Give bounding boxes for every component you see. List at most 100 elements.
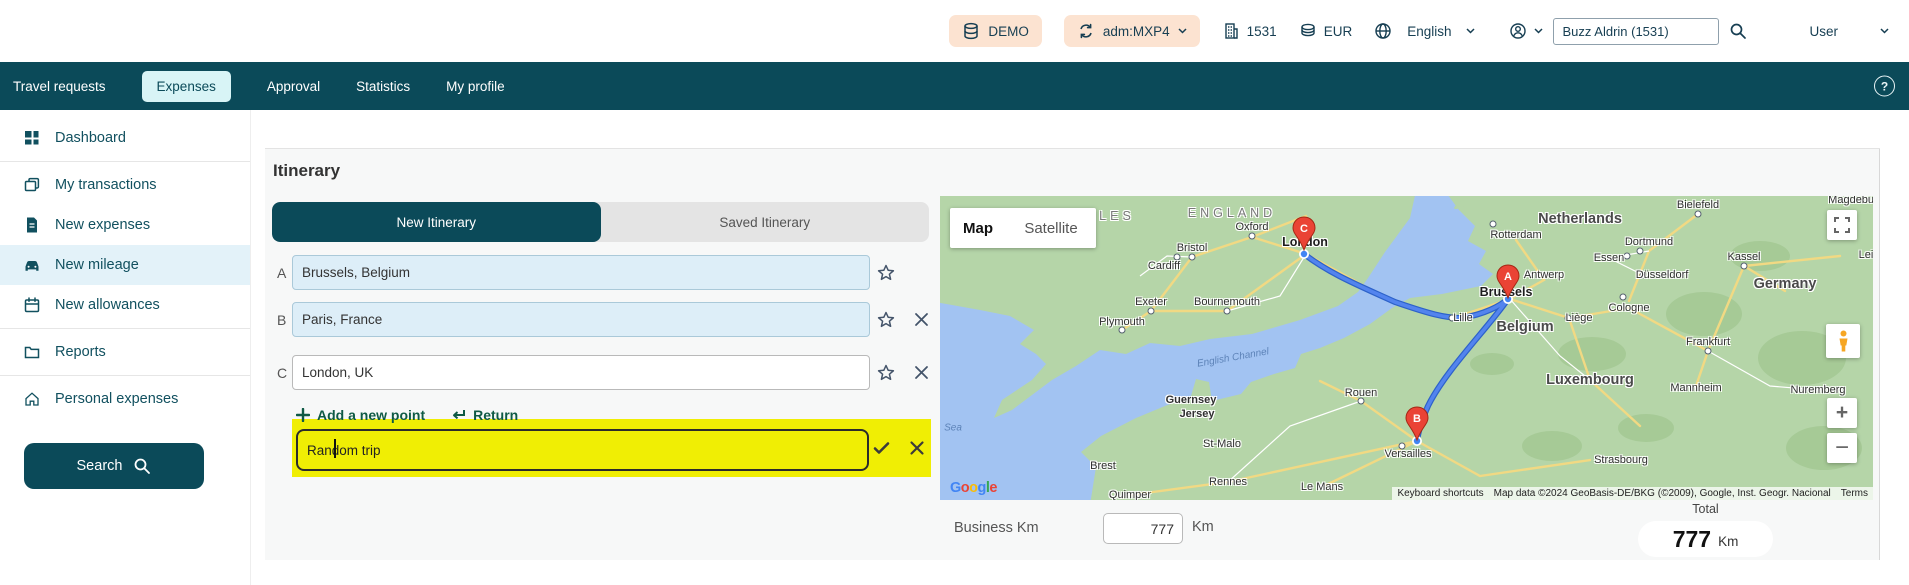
sidebar-item-reports[interactable]: Reports — [0, 332, 250, 372]
user-role-label: User — [1809, 24, 1838, 39]
zoom-in-button[interactable]: + — [1827, 398, 1857, 428]
return-label: Return — [473, 407, 518, 423]
pegman-control[interactable] — [1826, 324, 1860, 358]
search-icon — [133, 457, 151, 475]
point-row-a: A — [265, 255, 945, 290]
user-search-input[interactable] — [1553, 18, 1719, 45]
language-value: English — [1399, 24, 1459, 39]
search-icon[interactable] — [1729, 22, 1747, 40]
business-km-unit: Km — [1192, 519, 1214, 535]
point-label: C — [277, 365, 287, 381]
refresh-icon — [1077, 22, 1095, 40]
terms-link[interactable]: Terms — [1836, 487, 1873, 500]
remove-point-icon[interactable] — [910, 362, 932, 384]
map-type-satellite-button[interactable]: Satellite — [1006, 208, 1096, 248]
sidebar-label: New mileage — [55, 257, 139, 273]
document-icon — [23, 216, 41, 234]
favorite-star-icon[interactable] — [875, 309, 897, 331]
building-icon — [1222, 22, 1240, 40]
sidebar-label: Personal expenses — [55, 391, 178, 407]
business-km-label: Business Km — [954, 520, 1039, 536]
coins-icon — [1299, 22, 1317, 40]
sidebar-item-new-expenses[interactable]: New expenses — [0, 205, 250, 245]
point-row-c: C — [265, 355, 945, 390]
page-title: Itinerary — [273, 161, 340, 181]
demo-badge[interactable]: DEMO — [949, 15, 1042, 47]
business-km-input[interactable] — [1103, 513, 1183, 544]
sidebar-label: My transactions — [55, 177, 157, 193]
sidebar-label: Dashboard — [55, 130, 126, 146]
expense-app: DEMO adm:MXP4 1531 EUR English — [0, 0, 1909, 585]
sidebar-label: New allowances — [55, 297, 160, 313]
sidebar-item-personal-expenses[interactable]: Personal expenses — [0, 379, 250, 419]
sidebar-label: New expenses — [55, 217, 150, 233]
nav-approval[interactable]: Approval — [267, 79, 320, 94]
dashboard-icon — [23, 129, 41, 147]
tab-new-itinerary[interactable]: New Itinerary — [272, 202, 601, 242]
entity-value: 1531 — [1247, 24, 1277, 39]
person-circle-icon — [1509, 22, 1527, 40]
fullscreen-button[interactable] — [1827, 210, 1857, 240]
chevron-down-icon — [1880, 28, 1889, 34]
help-icon[interactable]: ? — [1874, 76, 1895, 97]
entity-indicator: 1531 — [1222, 22, 1277, 40]
zoom-out-button[interactable]: − — [1827, 433, 1857, 463]
google-logo: Google — [950, 480, 997, 496]
nav-travel-requests[interactable]: Travel requests — [13, 79, 106, 94]
fullscreen-icon — [1834, 217, 1850, 233]
plus-icon — [296, 408, 310, 422]
search-button[interactable]: Search — [24, 443, 204, 489]
sidebar-item-new-mileage[interactable]: New mileage — [0, 245, 250, 285]
point-a-input[interactable] — [292, 255, 870, 290]
route-map[interactable]: ENGLANDLESOxfordLondonBristolCardiffExet… — [940, 196, 1873, 500]
calendar-icon — [23, 296, 41, 314]
nav-expenses[interactable]: Expenses — [142, 71, 231, 102]
total-unit: Km — [1718, 534, 1738, 549]
point-b-input[interactable] — [292, 302, 870, 337]
sidebar: Dashboard My transactions New expenses N… — [0, 110, 251, 585]
demo-label: DEMO — [988, 24, 1029, 39]
nav-statistics[interactable]: Statistics — [356, 79, 410, 94]
point-label: B — [277, 312, 286, 328]
divider — [0, 161, 250, 162]
itinerary-panel: Itinerary New Itinerary Saved Itinerary … — [265, 149, 1880, 560]
new-point-name-input[interactable] — [296, 429, 869, 471]
environment-selector[interactable]: adm:MXP4 — [1064, 15, 1200, 47]
pegman-icon — [1836, 330, 1851, 352]
tab-saved-itinerary[interactable]: Saved Itinerary — [601, 202, 930, 242]
remove-point-icon[interactable] — [910, 309, 932, 331]
total-value: 777 — [1673, 526, 1711, 553]
user-avatar-menu[interactable] — [1509, 22, 1543, 40]
add-point-link[interactable]: Add a new point — [296, 407, 425, 423]
favorite-star-icon[interactable] — [875, 262, 897, 284]
user-role-menu[interactable]: User — [1809, 24, 1889, 39]
currency-value: EUR — [1324, 24, 1353, 39]
chevron-down-icon — [1178, 28, 1187, 34]
point-c-input[interactable] — [292, 355, 870, 390]
currency-indicator: EUR — [1299, 22, 1353, 40]
map-attribution: Keyboard shortcuts Map data ©2024 GeoBas… — [1392, 487, 1873, 500]
total-km-pill: 777 Km — [1638, 521, 1773, 557]
language-selector[interactable]: English — [1374, 22, 1475, 40]
confirm-check-icon[interactable] — [869, 436, 893, 460]
nav-my-profile[interactable]: My profile — [446, 79, 505, 94]
car-icon — [23, 256, 41, 274]
cancel-x-icon[interactable] — [905, 436, 929, 460]
folder-icon — [23, 343, 41, 361]
map-data-text: Map data ©2024 GeoBasis-DE/BKG (©2009), … — [1489, 487, 1836, 500]
sidebar-item-new-allowances[interactable]: New allowances — [0, 285, 250, 325]
new-point-highlight — [292, 419, 931, 477]
sidebar-item-my-transactions[interactable]: My transactions — [0, 165, 250, 205]
point-label: A — [277, 265, 286, 281]
transactions-icon — [23, 176, 41, 194]
search-button-label: Search — [77, 458, 123, 474]
sidebar-item-dashboard[interactable]: Dashboard — [0, 118, 250, 158]
map-type-map-button[interactable]: Map — [950, 208, 1006, 248]
text-cursor — [334, 439, 336, 458]
keyboard-shortcuts-link[interactable]: Keyboard shortcuts — [1392, 487, 1488, 500]
globe-icon — [1374, 22, 1392, 40]
return-link[interactable]: Return — [451, 407, 518, 423]
map-type-control: Map Satellite — [950, 208, 1096, 248]
chevron-down-icon — [1466, 28, 1475, 34]
favorite-star-icon[interactable] — [875, 362, 897, 384]
